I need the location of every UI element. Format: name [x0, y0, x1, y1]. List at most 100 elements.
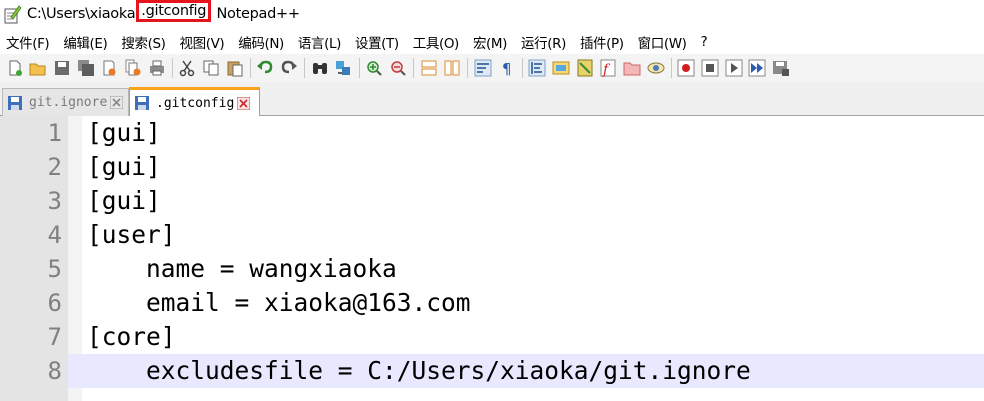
folder-workspace-icon [623, 62, 641, 76]
indent-guide-icon [528, 59, 546, 77]
print-button[interactable] [146, 58, 167, 79]
line-text[interactable]: [gui] [87, 184, 161, 218]
editor-line[interactable]: 5 name = wangxiaoka [0, 252, 984, 286]
tab-close-icon[interactable] [237, 96, 251, 110]
tab-label: git.ignore [29, 95, 108, 110]
editor-line[interactable]: 7 [core] [0, 320, 984, 354]
word-wrap-button[interactable] [472, 58, 493, 79]
sync-horizontal-button[interactable] [442, 58, 463, 79]
line-number: 8 [0, 354, 68, 388]
find-replace-icon [336, 61, 351, 75]
editor-line[interactable]: 6 email = xiaoka@163.com [0, 286, 984, 320]
copy-button[interactable] [201, 58, 222, 79]
new-file-icon [9, 60, 22, 76]
editor-area[interactable]: 1 [gui] 2 [gui] 3 [gui] 4 [user] 5 name … [0, 116, 984, 401]
undo-icon [257, 60, 273, 74]
sync-vertical-button[interactable] [418, 58, 439, 79]
menu-run[interactable]: 运行(R) [521, 32, 566, 52]
save-macro-button[interactable] [771, 58, 792, 79]
run-macro-multiple-button[interactable] [747, 58, 768, 79]
folder-as-workspace-button[interactable] [622, 58, 643, 79]
user-defined-language-button[interactable] [550, 58, 571, 79]
line-text[interactable]: email = xiaoka@163.com [87, 286, 471, 320]
editor-line[interactable]: 3 [gui] [0, 184, 984, 218]
play-macro-button[interactable] [723, 58, 744, 79]
monitoring-button[interactable] [645, 58, 666, 79]
menu-plugins[interactable]: 插件(P) [580, 32, 624, 52]
menu-search[interactable]: 搜索(S) [121, 32, 166, 52]
close-all-icon [125, 59, 141, 76]
menu-macro[interactable]: 宏(M) [473, 32, 507, 52]
document-map-button[interactable] [574, 58, 595, 79]
line-text[interactable]: [core] [87, 320, 176, 354]
line-text[interactable]: [gui] [87, 116, 161, 150]
replace-button[interactable] [333, 58, 354, 79]
toolbar-separator [413, 58, 414, 78]
find-button[interactable] [309, 58, 330, 79]
redo-icon [281, 60, 298, 74]
stop-recording-button[interactable] [700, 58, 721, 79]
tab-git-ignore[interactable]: git.ignore [2, 88, 129, 116]
toolbar-separator [304, 58, 306, 78]
toolbar-separator [670, 58, 672, 78]
title-app-name: Notepad++ [216, 6, 301, 22]
open-file-button[interactable] [28, 58, 49, 79]
fast-forward-icon [748, 59, 766, 77]
scissors-icon [180, 60, 195, 77]
editor-line[interactable]: 2 [gui] [0, 150, 984, 184]
close-button[interactable] [99, 58, 120, 79]
save-macro-icon [773, 61, 790, 76]
function-list-button[interactable]: f [598, 58, 619, 79]
menu-language[interactable]: 语言(L) [298, 32, 341, 52]
editor-line-current[interactable]: 8 excludesfile = C:/Users/xiaoka/git.ign… [0, 354, 984, 388]
indent-guide-button[interactable] [527, 58, 548, 79]
tab-bar: git.ignore .gitconfig [0, 82, 984, 116]
line-number: 4 [47, 221, 62, 249]
menu-help[interactable]: ? [701, 34, 708, 50]
title-filename-highlight: .gitconfig [136, 0, 212, 22]
redo-button[interactable] [279, 58, 300, 79]
editor-line[interactable]: 4 [user] [0, 218, 984, 252]
menu-encoding[interactable]: 编码(N) [238, 32, 284, 52]
zoom-in-button[interactable] [364, 58, 385, 79]
sync-vertical-icon [421, 60, 436, 76]
paste-button[interactable] [224, 58, 245, 79]
line-text[interactable]: name = wangxiaoka [87, 252, 397, 286]
undo-button[interactable] [255, 58, 276, 79]
line-number: 6 [47, 289, 62, 317]
menu-bar: 文件(F) 编辑(E) 搜索(S) 视图(V) 编码(N) 语言(L) 设置(T… [0, 30, 984, 54]
save-all-button[interactable] [75, 58, 96, 79]
tab-close-icon[interactable] [110, 96, 124, 109]
line-text[interactable]: [gui] [87, 150, 161, 184]
close-all-button[interactable] [122, 58, 143, 79]
line-text[interactable]: excludesfile = C:/Users/xiaoka/git.ignor… [87, 354, 751, 388]
menu-view[interactable]: 视图(V) [180, 32, 225, 52]
toolbar-separator [249, 58, 251, 78]
save-icon [54, 61, 69, 75]
line-number: 1 [47, 119, 62, 147]
line-number: 2 [47, 153, 62, 181]
pilcrow-icon: ¶ [502, 60, 512, 77]
word-wrap-icon [474, 59, 492, 77]
cut-button[interactable] [177, 58, 198, 79]
menu-window[interactable]: 窗口(W) [638, 32, 687, 52]
show-all-chars-button[interactable]: ¶ [496, 58, 517, 79]
new-file-button[interactable] [4, 58, 25, 79]
zoom-out-icon [391, 61, 406, 76]
line-text[interactable]: [user] [87, 218, 176, 252]
line-number: 5 [47, 255, 62, 283]
menu-tools[interactable]: 工具(O) [413, 32, 460, 52]
title-bar: C:\Users\xiaoka .gitconfig Notepad++ [0, 0, 984, 30]
zoom-out-button[interactable] [387, 58, 408, 79]
toolbar-separator [467, 58, 469, 78]
record-macro-button[interactable] [676, 58, 697, 79]
menu-file[interactable]: 文件(F) [6, 32, 50, 52]
save-button[interactable] [51, 58, 72, 79]
toolbar-separator [171, 58, 173, 78]
notepadpp-app-icon [4, 5, 21, 24]
menu-edit[interactable]: 编辑(E) [63, 32, 107, 52]
toolbar-separator [358, 58, 360, 78]
menu-settings[interactable]: 设置(T) [355, 32, 399, 52]
tab-gitconfig[interactable]: .gitconfig [129, 87, 260, 116]
editor-line[interactable]: 1 [gui] [0, 116, 984, 150]
